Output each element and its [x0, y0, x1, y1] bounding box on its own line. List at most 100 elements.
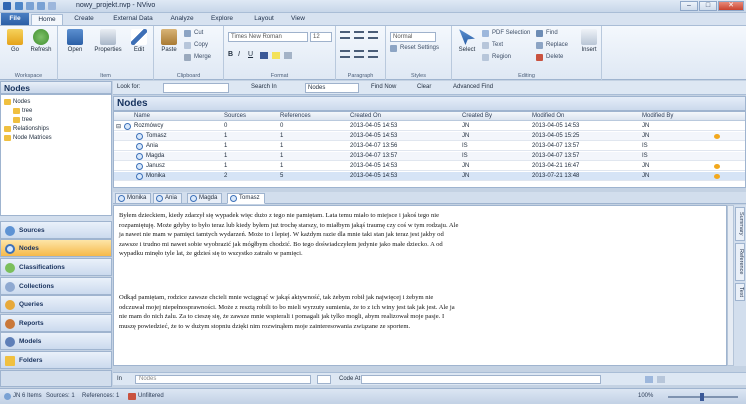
col-name[interactable]: Name [134, 113, 150, 119]
collapse-icon[interactable]: ⊟ [116, 123, 121, 130]
undo-icon[interactable] [26, 2, 34, 10]
indent-icon[interactable] [368, 31, 378, 39]
merge-button[interactable]: Merge [184, 53, 211, 62]
col-created-on[interactable]: Created On [350, 113, 381, 119]
table-row[interactable]: Monika 2 5 2013-04-05 14:53 JN 2013-07-2… [114, 172, 745, 181]
nav-button-classifications[interactable]: Classifications [0, 258, 112, 276]
doc-tab-tomasz[interactable]: Tomasz [227, 193, 265, 204]
nav-button-folders[interactable]: Folders [0, 351, 112, 369]
align-left-icon[interactable] [340, 50, 350, 58]
tree-item-relationships[interactable]: Relationships [4, 125, 49, 133]
zoom-slider-handle[interactable] [700, 393, 704, 401]
cut-button[interactable]: Cut [184, 29, 203, 38]
tab-text[interactable]: Text [735, 283, 745, 301]
underline-icon[interactable]: U [248, 51, 256, 59]
tree-item-tree-2[interactable]: tree [13, 116, 32, 124]
nav-overflow-bar[interactable] [0, 370, 112, 387]
document-paragraph[interactable]: Byłem dzieckiem, kiedy zdarzył się wypad… [119, 211, 459, 259]
nav-button-models[interactable]: Models [0, 332, 112, 350]
col-modified-on[interactable]: Modified On [532, 113, 564, 119]
minimize-button[interactable]: – [680, 1, 698, 11]
col-sources[interactable]: Sources [224, 113, 246, 119]
tab-view[interactable]: View [284, 14, 312, 25]
code-icon[interactable] [645, 376, 653, 383]
tab-create[interactable]: Create [66, 14, 102, 25]
tab-home[interactable]: Home [31, 14, 63, 25]
table-row[interactable]: Tomasz 1 1 2013-04-05 14:53 JN 2013-04-0… [114, 132, 745, 141]
customize-icon[interactable] [48, 2, 56, 10]
table-row[interactable]: Janusz 1 1 2013-04-05 14:53 JN 2013-04-2… [114, 162, 745, 171]
highlight-icon[interactable] [272, 52, 280, 59]
go-button[interactable]: Go [2, 29, 28, 65]
uncode-icon[interactable] [657, 376, 665, 383]
find-label: Find [546, 30, 558, 36]
table-row[interactable]: Magda 1 1 2013-04-07 13:57 IS 2013-04-07… [114, 152, 745, 161]
doc-tab-magda[interactable]: Magda [187, 193, 223, 204]
table-row[interactable]: ⊟ Rozmówcy 0 0 2013-04-05 14:53 JN 2013-… [114, 122, 745, 131]
italic-icon[interactable]: I [238, 51, 246, 59]
align-center-icon[interactable] [354, 50, 364, 58]
close-button[interactable]: ✕ [718, 1, 744, 11]
group-label-styles: Styles [411, 73, 426, 79]
tab-layout[interactable]: Layout [246, 14, 282, 25]
style-select[interactable]: Normal [390, 32, 436, 42]
find-now-button[interactable]: Find Now [371, 84, 396, 90]
reset-settings-button[interactable]: Reset Settings [390, 44, 439, 53]
document-view[interactable]: Byłem dzieckiem, kiedy zdarzył się wypad… [113, 205, 727, 366]
properties-button[interactable]: Properties [92, 29, 124, 65]
paste-button[interactable]: Paste [156, 29, 182, 65]
look-for-input[interactable] [163, 83, 229, 93]
font-color-icon[interactable] [260, 52, 268, 59]
nav-button-nodes[interactable]: Nodes [0, 239, 112, 257]
redo-icon[interactable] [37, 2, 45, 10]
copy-button[interactable]: Copy [184, 41, 208, 50]
tab-reference[interactable]: Reference [735, 243, 745, 281]
font-size-select[interactable]: 12 [310, 32, 332, 42]
code-at-select[interactable] [361, 375, 601, 384]
region-button[interactable]: Region [482, 53, 511, 62]
refresh-button[interactable]: Refresh [28, 29, 54, 65]
table-row[interactable]: Ania 1 1 2013-04-07 13:56 IS 2013-04-07 … [114, 142, 745, 151]
bullets-icon[interactable] [340, 31, 350, 39]
tree-item-tree-1[interactable]: tree [13, 107, 32, 115]
tab-explore[interactable]: Explore [204, 14, 240, 25]
clear-format-icon[interactable] [284, 52, 292, 59]
open-button[interactable]: Open [62, 29, 88, 65]
font-family-select[interactable]: Times New Roman [228, 32, 308, 42]
code-at-input[interactable] [317, 375, 331, 384]
tab-external-data[interactable]: External Data [104, 14, 162, 25]
document-scrollbar[interactable] [727, 205, 734, 366]
find-button[interactable]: Find [536, 29, 558, 38]
nav-button-reports[interactable]: Reports [0, 314, 112, 332]
search-in-select[interactable]: Nodes [305, 83, 359, 93]
text-button[interactable]: Text [482, 41, 503, 50]
tree-item-node-matrices[interactable]: Node Matrices [4, 134, 52, 142]
pdf-selection-button[interactable]: PDF Selection [482, 29, 530, 38]
nav-button-queries[interactable]: Queries [0, 295, 112, 313]
maximize-button[interactable]: □ [699, 1, 717, 11]
doc-tab-ania[interactable]: Ania [153, 193, 183, 204]
tab-summary[interactable]: Summary [735, 207, 745, 241]
document-paragraph[interactable]: Odkąd pamiętam, rodzice zawsze chcieli m… [119, 293, 459, 331]
align-right-icon[interactable] [368, 50, 378, 58]
delete-button[interactable]: Delete [536, 53, 563, 62]
in-select[interactable]: Nodes [135, 375, 311, 384]
col-modified-by[interactable]: Modified By [642, 113, 673, 119]
edit-button[interactable]: Edit [126, 29, 152, 65]
replace-button[interactable]: Replace [536, 41, 568, 50]
doc-tab-monika[interactable]: Monika [115, 193, 152, 204]
nav-button-sources[interactable]: Sources [0, 221, 112, 239]
advanced-find-button[interactable]: Advanced Find [453, 84, 493, 90]
col-created-by[interactable]: Created By [462, 113, 492, 119]
numbering-icon[interactable] [354, 31, 364, 39]
clear-button[interactable]: Clear [417, 84, 431, 90]
nav-button-collections[interactable]: Collections [0, 277, 112, 295]
select-button[interactable]: Select [454, 29, 480, 65]
insert-button[interactable]: Insert [576, 29, 602, 65]
col-references[interactable]: References [280, 113, 311, 119]
bold-icon[interactable]: B [228, 51, 236, 59]
tab-file[interactable]: File [1, 13, 29, 25]
tree-item-nodes[interactable]: Nodes [4, 98, 30, 106]
save-icon[interactable] [15, 2, 23, 10]
tab-analyze[interactable]: Analyze [164, 14, 200, 25]
